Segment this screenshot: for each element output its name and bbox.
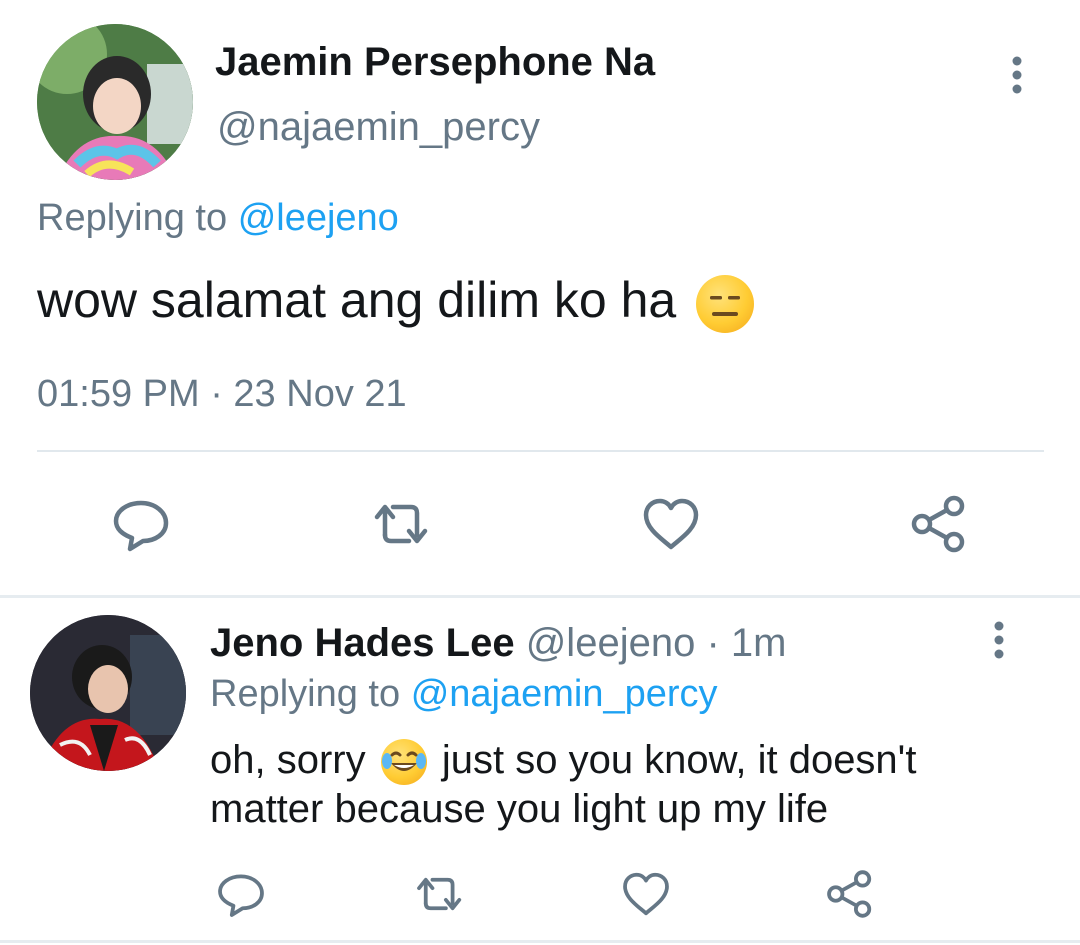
reply-icon[interactable] (110, 493, 172, 555)
avatar[interactable] (30, 615, 186, 771)
share-icon[interactable] (908, 493, 970, 555)
more-options-icon[interactable] (1000, 55, 1034, 95)
like-icon[interactable] (640, 493, 702, 555)
author-handle[interactable]: @leejeno (526, 621, 696, 665)
replying-prefix: Replying to (210, 673, 401, 715)
tweet-text: oh, sorry just so you know, it doesn't m… (210, 736, 1040, 833)
face-with-tears-of-joy-emoji (380, 739, 427, 786)
divider (0, 940, 1080, 943)
tweet-text: wow salamat ang dilim ko ha (37, 270, 755, 333)
avatar-photo (37, 24, 193, 180)
replying-prefix: Replying to (37, 197, 228, 239)
reply-icon[interactable] (215, 868, 267, 920)
share-icon[interactable] (824, 868, 876, 920)
timestamp: 01:59 PM · 23 Nov 21 (37, 373, 407, 415)
tweet-text-body: wow salamat ang dilim ko ha (37, 272, 677, 328)
replying-to: Replying to @najaemin_percy (210, 672, 718, 716)
tweet-separator (0, 595, 1080, 598)
time-separator: · (706, 621, 720, 665)
retweet-icon[interactable] (414, 868, 466, 920)
avatar-photo (30, 615, 186, 771)
divider (37, 450, 1044, 452)
like-icon[interactable] (620, 868, 672, 920)
reply-header: Jeno Hades Lee @leejeno · 1m (210, 620, 786, 666)
tweet-text-before-emoji: oh, sorry (210, 738, 366, 782)
replying-to-link[interactable]: @leejeno (238, 197, 399, 239)
more-options-icon[interactable] (982, 620, 1016, 660)
expressionless-face-emoji (696, 274, 755, 333)
author-handle[interactable]: @najaemin_percy (217, 105, 540, 149)
replying-to-link[interactable]: @najaemin_percy (411, 673, 718, 715)
time-ago: 1m (730, 621, 787, 665)
avatar[interactable] (37, 24, 193, 180)
author-name[interactable]: Jaemin Persephone Na (215, 40, 655, 84)
author-name[interactable]: Jeno Hades Lee (210, 621, 515, 665)
replying-to: Replying to @leejeno (37, 196, 399, 240)
retweet-icon[interactable] (371, 493, 433, 555)
